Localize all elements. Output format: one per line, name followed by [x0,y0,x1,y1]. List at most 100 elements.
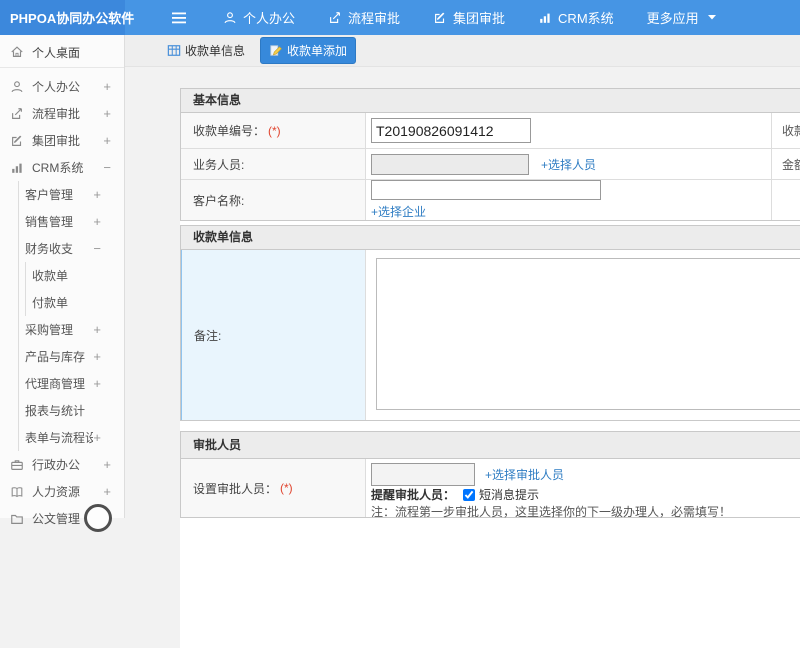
sidebar-item-payment[interactable]: 付款单 [18,289,124,316]
sidebar-item-product-inventory[interactable]: 产品与库存 + [18,343,124,370]
required-marker: (*) [280,481,293,495]
customer-input[interactable] [371,180,601,200]
nav-item-more-apps[interactable]: 更多应用 [647,8,717,27]
expand-toggle-icon[interactable]: + [103,79,111,94]
sidebar-item-group-approval[interactable]: 集团审批 + [0,127,124,154]
folder-icon [10,512,25,526]
nav-item-workflow-approval[interactable]: 流程审批 [328,8,400,27]
form-panel: 基本信息 收款单编号： (*) 收款单日期: 业务人员: [180,88,800,648]
user-icon [10,80,25,94]
salesperson-input[interactable] [371,153,529,175]
workflow-icon [328,11,342,25]
sidebar-item-label: 个人桌面 [32,45,81,60]
receipt-no-label: 收款单编号： (*) [181,113,366,148]
row-set-approver: 设置审批人员： (*) +选择审批人员 提醒审批人员： 短消息提示 注：流程第一… [181,459,800,519]
expand-toggle-icon[interactable]: + [103,106,111,121]
nav-item-personal-office[interactable]: 个人办公 [223,8,295,27]
sms-remind-label: 短消息提示 [479,488,540,502]
sidebar-item-receipt[interactable]: 收款单 [18,262,124,289]
floating-scroll-button[interactable] [84,504,112,532]
sidebar-item-label: 流程审批 [32,107,81,121]
edit-icon [10,134,25,148]
expand-toggle-icon[interactable]: + [93,349,101,364]
sidebar-item-agent-mgmt[interactable]: 代理商管理 + [18,370,124,397]
chart-icon [538,11,552,25]
salesperson-label: 业务人员: [181,149,366,179]
field-label: 备注: [194,328,222,343]
sidebar-item-label: CRM系统 [32,161,84,175]
sidebar-item-label: 客户管理 [25,188,74,202]
expand-toggle-icon[interactable]: + [93,430,101,445]
expand-toggle-icon[interactable]: + [93,214,101,229]
field-label: 客户名称: [193,193,245,208]
approver-note: 注：流程第一步审批人员，这里选择你的下一级办理人，必需填写！ [371,504,732,519]
section-basic-title: 基本信息 [181,89,800,113]
sidebar-item-label: 行政办公 [32,458,81,472]
receipt-date-label: 收款单日期: [772,113,800,148]
expand-toggle-icon[interactable]: − [93,241,101,256]
nav-item-group-approval[interactable]: 集团审批 [433,8,505,27]
sidebar-item-label: 表单与流程设置 [25,431,94,445]
sidebar-item-label: 产品与库存 [25,350,86,364]
nav-item-crm-system[interactable]: CRM系统 [538,8,614,27]
menu-toggle-button[interactable] [171,11,187,25]
section-basic-info: 基本信息 收款单编号： (*) 收款单日期: 业务人员: [180,88,800,221]
row-salesperson: 业务人员: +选择人员 金额: [181,149,800,180]
nav-item-label: 个人办公 [243,11,296,26]
select-approver-link[interactable]: +选择审批人员 [485,466,564,483]
row-customer: 客户名称: +选择企业 [181,180,800,220]
remark-textarea[interactable] [376,258,800,410]
field-label: 收款单编号： [193,124,266,138]
user-icon [223,11,237,25]
sidebar-item-crm-system[interactable]: CRM系统 − [0,154,124,181]
tab-label: 收款单添加 [287,44,348,58]
sidebar-item-human-resources[interactable]: 人力资源 + [0,478,124,505]
field-label: 金额: [782,157,800,172]
expand-toggle-icon[interactable]: + [93,376,101,391]
approver-input[interactable] [371,463,475,486]
tab-receipt-add[interactable]: 收款单添加 [260,37,357,64]
receipt-no-input[interactable] [371,118,531,143]
app-logo: PHPOA协同办公软件 [0,0,134,35]
nav-item-label: CRM系统 [558,11,614,26]
hamburger-icon [171,11,187,25]
nav-item-label: 更多应用 [646,11,699,26]
sidebar-item-label: 个人办公 [32,80,81,94]
sidebar-item-label: 集团审批 [32,134,81,148]
select-person-link[interactable]: +选择人员 [541,156,596,173]
expand-toggle-icon[interactable]: + [103,484,111,499]
expand-toggle-icon[interactable]: − [103,160,111,175]
sidebar-item-purchase-mgmt[interactable]: 采购管理 + [18,316,124,343]
sidebar-item-form-flow-settings[interactable]: 表单与流程设置 + [18,424,124,451]
section-receipt-info: 收款单信息 备注: [180,225,800,421]
sidebar-item-label: 付款单 [32,296,69,310]
select-company-link[interactable]: +选择企业 [371,203,426,220]
row-receipt-no: 收款单编号： (*) 收款单日期: [181,113,800,149]
expand-toggle-icon[interactable]: + [93,322,101,337]
expand-toggle-icon[interactable]: + [103,457,111,472]
sidebar-item-sales-mgmt[interactable]: 销售管理 + [18,208,124,235]
sidebar-item-customer-mgmt[interactable]: 客户管理 + [18,181,124,208]
nav-item-label: 流程审批 [348,11,401,26]
sidebar: 个人桌面 个人办公 + 流程审批 + 集团审批 + CRM系统 − 客户管理 +… [0,35,125,526]
set-approver-label: 设置审批人员： (*) [181,459,366,517]
expand-toggle-icon[interactable]: + [103,133,111,148]
row-remark: 备注: [181,250,800,420]
sidebar-item-workflow-approval[interactable]: 流程审批 + [0,100,124,127]
customer-label: 客户名称: [181,180,366,220]
sidebar-item-personal-desktop[interactable]: 个人桌面 [0,37,124,68]
expand-toggle-icon[interactable]: + [93,187,101,202]
sidebar-item-reports-stats[interactable]: 报表与统计 [18,397,124,424]
briefcase-icon [10,458,25,472]
sidebar-item-finance[interactable]: 财务收支 − [18,235,124,262]
field-label: 收款单日期: [782,124,800,138]
top-bar: PHPOA协同办公软件 个人办公 流程审批 集团审批 CRM系统 更多应用 [0,0,800,35]
remind-approver-label: 提醒审批人员： [371,488,456,502]
tab-receipt-info[interactable]: 收款单信息 [158,37,254,64]
sms-remind-checkbox[interactable] [463,488,476,501]
amount-label: 金额: [772,149,800,179]
sidebar-item-personal-office[interactable]: 个人办公 + [0,73,124,100]
edit-icon [433,11,447,25]
sidebar-item-admin-office[interactable]: 行政办公 + [0,451,124,478]
section-approver: 审批人员 设置审批人员： (*) +选择审批人员 提醒审批人员： 短消息提示 注… [180,431,800,519]
